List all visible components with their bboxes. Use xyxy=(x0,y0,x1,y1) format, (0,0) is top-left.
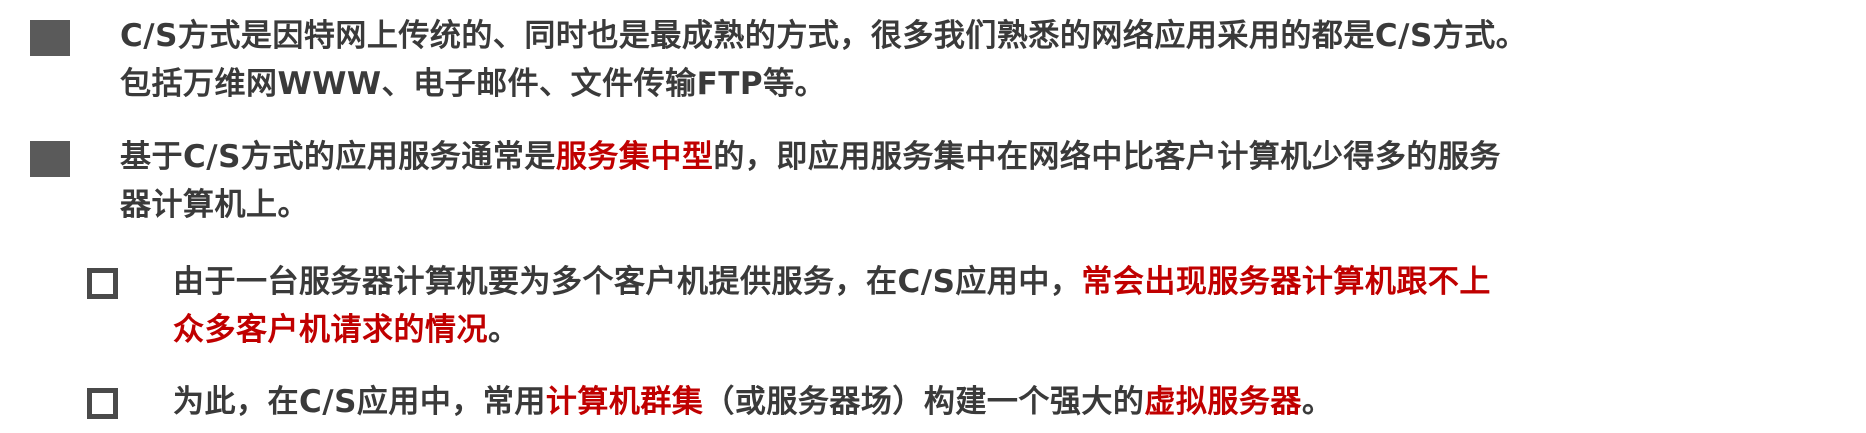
hollow-square-bullet-icon xyxy=(87,388,118,419)
subbullet-text-part2: （或服务器场）构建一个强大的 xyxy=(703,384,1145,420)
bullet-text-part3: 器计算机上。 xyxy=(120,187,309,223)
bullet-text: C/S方式是因特网上传统的、同时也是最成熟的方式，很多我们熟悉的网络应用采用的都… xyxy=(120,12,1680,108)
bullet-text: 基于C/S方式的应用服务通常是服务集中型的，即应用服务集中在网络中比客户计算机少… xyxy=(120,133,1680,229)
subbullet-text-part2: 。 xyxy=(488,312,520,348)
bullet-service-centralized: 基于C/S方式的应用服务通常是服务集中型的，即应用服务集中在网络中比客户计算机少… xyxy=(30,133,1680,229)
subbullet-text-part1: 由于一台服务器计算机要为多个客户机提供服务，在C/S应用中， xyxy=(173,264,1082,300)
bullet-cs-mature: C/S方式是因特网上传统的、同时也是最成熟的方式，很多我们熟悉的网络应用采用的都… xyxy=(30,12,1680,108)
filled-square-bullet-icon xyxy=(30,141,70,177)
subbullet-text-part3: 。 xyxy=(1301,384,1334,420)
slide: C/S方式是因特网上传统的、同时也是最成熟的方式，很多我们熟悉的网络应用采用的都… xyxy=(0,0,1866,433)
subbullet-server-overload: 由于一台服务器计算机要为多个客户机提供服务，在C/S应用中，常会出现服务器计算机… xyxy=(87,258,1673,354)
bullet-text-part1: 基于C/S方式的应用服务通常是 xyxy=(120,139,556,175)
bullet-text-line2: 包括万维网WWW、电子邮件、文件传输FTP等。 xyxy=(120,66,827,102)
subbullet-text: 由于一台服务器计算机要为多个客户机提供服务，在C/S应用中，常会出现服务器计算机… xyxy=(173,258,1673,354)
subbullet-text-part1: 为此，在C/S应用中，常用 xyxy=(173,384,546,420)
highlight-computer-cluster: 计算机群集 xyxy=(545,384,704,420)
subbullet-text: 为此，在C/S应用中，常用计算机群集（或服务器场）构建一个强大的虚拟服务器。 xyxy=(173,378,1673,426)
highlight-virtual-server: 虚拟服务器 xyxy=(1144,384,1302,420)
bullet-text-part2: 的，即应用服务集中在网络中比客户计算机少得多的服务 xyxy=(713,139,1501,175)
highlight-service-centralized: 服务集中型 xyxy=(555,139,714,175)
highlight-client-requests: 众多客户机请求的情况 xyxy=(173,312,488,348)
highlight-server-overload: 常会出现服务器计算机跟不上 xyxy=(1081,264,1491,300)
subbullet-server-cluster: 为此，在C/S应用中，常用计算机群集（或服务器场）构建一个强大的虚拟服务器。 xyxy=(87,378,1673,426)
filled-square-bullet-icon xyxy=(30,20,70,56)
bullet-text-line1: C/S方式是因特网上传统的、同时也是最成熟的方式，很多我们熟悉的网络应用采用的都… xyxy=(120,18,1528,54)
hollow-square-bullet-icon xyxy=(87,268,118,299)
